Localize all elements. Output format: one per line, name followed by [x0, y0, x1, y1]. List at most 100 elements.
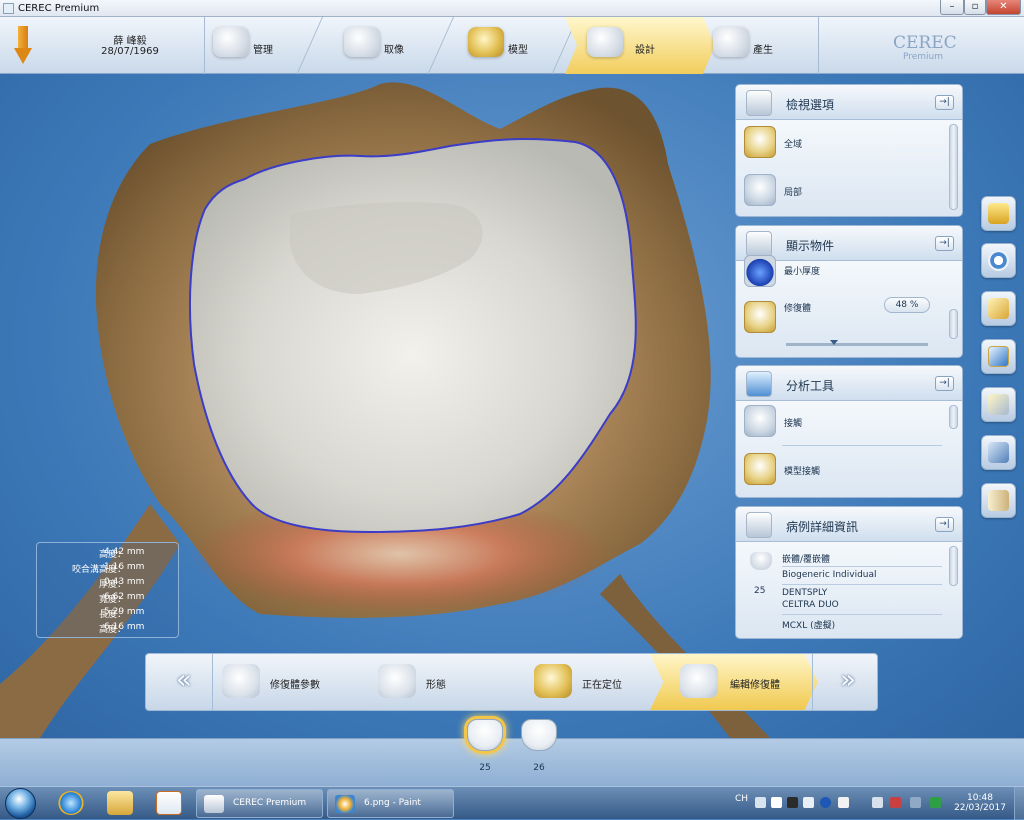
- close-button[interactable]: ✕: [986, 0, 1021, 15]
- sidebar-view-options-button[interactable]: [981, 196, 1016, 231]
- sidebar-display-button[interactable]: [981, 243, 1016, 278]
- design-step-label: 修復體參數: [270, 680, 320, 691]
- sidebar-analysis-button[interactable]: [981, 339, 1016, 374]
- transparency-slider[interactable]: [786, 340, 928, 346]
- patient-section[interactable]: 薛 峰毅 28/07/1969: [0, 17, 205, 74]
- workflow-step-label: 取像: [384, 45, 404, 56]
- workflow-step-admin[interactable]: 管理: [205, 17, 323, 74]
- view-options-panel: 檢視選項 →| 全域 局部: [735, 84, 963, 217]
- design-step-shape[interactable]: 形態: [368, 654, 523, 710]
- case-design: Biogeneric Individual: [782, 570, 877, 580]
- chart-icon: [746, 371, 772, 397]
- minimize-button[interactable]: –: [940, 0, 964, 15]
- model-icon: [468, 27, 504, 57]
- ime-mode-icon[interactable]: [771, 797, 782, 808]
- panel-header[interactable]: 檢視選項 →|: [736, 85, 962, 120]
- tooth-25-thumb[interactable]: 25: [465, 719, 505, 787]
- measurement-value: 5.29 mm: [104, 607, 145, 617]
- workflow-step-label: 設計: [635, 45, 655, 56]
- taskbar: CEREC Premium 6.png - Paint CH 10:48 22/…: [0, 786, 1024, 820]
- task-label: CEREC Premium: [233, 798, 307, 808]
- divider: [782, 566, 942, 567]
- patient-name: 薛 峰毅: [113, 36, 147, 47]
- taskbar-paint-button[interactable]: 6.png - Paint: [327, 789, 454, 818]
- tray-options-icon[interactable]: [838, 797, 849, 808]
- pin-icon[interactable]: →|: [935, 376, 954, 391]
- panel-scrollbar[interactable]: [949, 124, 958, 210]
- tooth-26-thumb[interactable]: 26: [519, 719, 559, 787]
- workflow-step-label: 產生: [753, 45, 773, 56]
- keyboard-icon[interactable]: [787, 797, 798, 808]
- workflow-step-design[interactable]: 設計: [565, 17, 715, 74]
- workflow-step-model[interactable]: 模型: [460, 17, 578, 74]
- tooth-icon: [467, 719, 503, 751]
- network-icon[interactable]: [910, 797, 921, 808]
- slider-thumb[interactable]: [830, 340, 838, 345]
- compass-icon: [746, 231, 772, 257]
- sidebar-case-details-button[interactable]: [981, 483, 1016, 518]
- book-icon: [988, 490, 1009, 511]
- explorer-icon[interactable]: [107, 791, 133, 815]
- sidebar-contacts-button[interactable]: [981, 387, 1016, 422]
- previous-step-button[interactable]: «: [152, 658, 208, 706]
- view-local-item[interactable]: 局部: [744, 174, 944, 210]
- measurement-value: 6.62 mm: [104, 592, 145, 602]
- pin-icon[interactable]: →|: [935, 236, 954, 251]
- ime-icon[interactable]: [755, 797, 766, 808]
- start-orb-icon[interactable]: [5, 788, 36, 819]
- panel-header[interactable]: 分析工具 →|: [736, 366, 962, 401]
- panel-scrollbar[interactable]: [949, 309, 958, 339]
- case-material-name: CELTRA DUO: [782, 600, 839, 610]
- model-contacts-item[interactable]: 模型接觸: [744, 453, 944, 489]
- taskbar-cerec-button[interactable]: CEREC Premium: [196, 789, 323, 818]
- tooth-icon: [744, 174, 776, 206]
- action-center-icon[interactable]: [890, 797, 901, 808]
- language-indicator[interactable]: CH: [735, 794, 748, 804]
- download-arrow-icon[interactable]: [14, 26, 32, 68]
- tray-app-icon[interactable]: [930, 797, 941, 808]
- pin-icon[interactable]: →|: [935, 95, 954, 110]
- clock-time: 10:48: [967, 793, 993, 803]
- volume-icon[interactable]: [872, 797, 883, 808]
- media-player-icon[interactable]: [156, 791, 182, 815]
- design-step-edit-restoration[interactable]: 編輯修復體: [650, 654, 818, 710]
- tools-icon: [988, 442, 1009, 463]
- transparency-value[interactable]: 48 %: [884, 297, 930, 313]
- pin-icon[interactable]: →|: [935, 517, 954, 532]
- sidebar-compass-button[interactable]: [981, 291, 1016, 326]
- sidebar-tools-button[interactable]: [981, 435, 1016, 470]
- workflow-step-label: 管理: [253, 45, 273, 56]
- view-global-item[interactable]: 全域: [744, 126, 944, 162]
- edit-crown-icon: [680, 664, 718, 698]
- cube-icon: [988, 203, 1009, 224]
- case-material-maker: DENTSPLY: [782, 588, 828, 598]
- measurement-value: 0.43 mm: [104, 577, 145, 587]
- workflow-step-produce[interactable]: 產生: [705, 17, 823, 74]
- panel-body: 接觸 模型接觸: [736, 401, 962, 497]
- contacts-item[interactable]: 接觸: [744, 405, 944, 441]
- positioning-icon: [534, 664, 572, 698]
- ie-icon[interactable]: [58, 791, 84, 815]
- restoration-item[interactable]: 修復體 48 %: [744, 297, 954, 337]
- tray-icon[interactable]: [803, 797, 814, 808]
- panel-scrollbar[interactable]: [949, 405, 958, 429]
- scan-icon: [344, 27, 380, 57]
- task-label: 6.png - Paint: [364, 798, 421, 808]
- crown-icon: [222, 664, 260, 698]
- clock[interactable]: 10:48 22/03/2017: [950, 793, 1010, 813]
- cerec-logo-sub: Premium: [902, 52, 944, 62]
- maximize-button[interactable]: ▫: [964, 0, 986, 15]
- panel-scrollbar[interactable]: [949, 546, 958, 586]
- next-step-button[interactable]: »: [816, 658, 872, 706]
- show-desktop-button[interactable]: [1014, 787, 1024, 820]
- case-details-panel: 病例詳細資訊 →| 25 嵌體/覆嵌體 Biogeneric Individua…: [735, 506, 963, 639]
- window-title: CEREC Premium: [18, 3, 100, 14]
- design-step-parameters[interactable]: 修復體參數: [212, 654, 367, 710]
- min-thickness-item[interactable]: 最小厚度: [744, 255, 944, 291]
- paint-icon: [335, 795, 355, 813]
- help-icon[interactable]: [820, 797, 831, 808]
- min-thickness-icon: [744, 255, 776, 287]
- design-step-label: 編輯修復體: [730, 680, 780, 691]
- panel-header[interactable]: 病例詳細資訊 →|: [736, 507, 962, 542]
- workflow-step-acquisition[interactable]: 取像: [336, 17, 454, 74]
